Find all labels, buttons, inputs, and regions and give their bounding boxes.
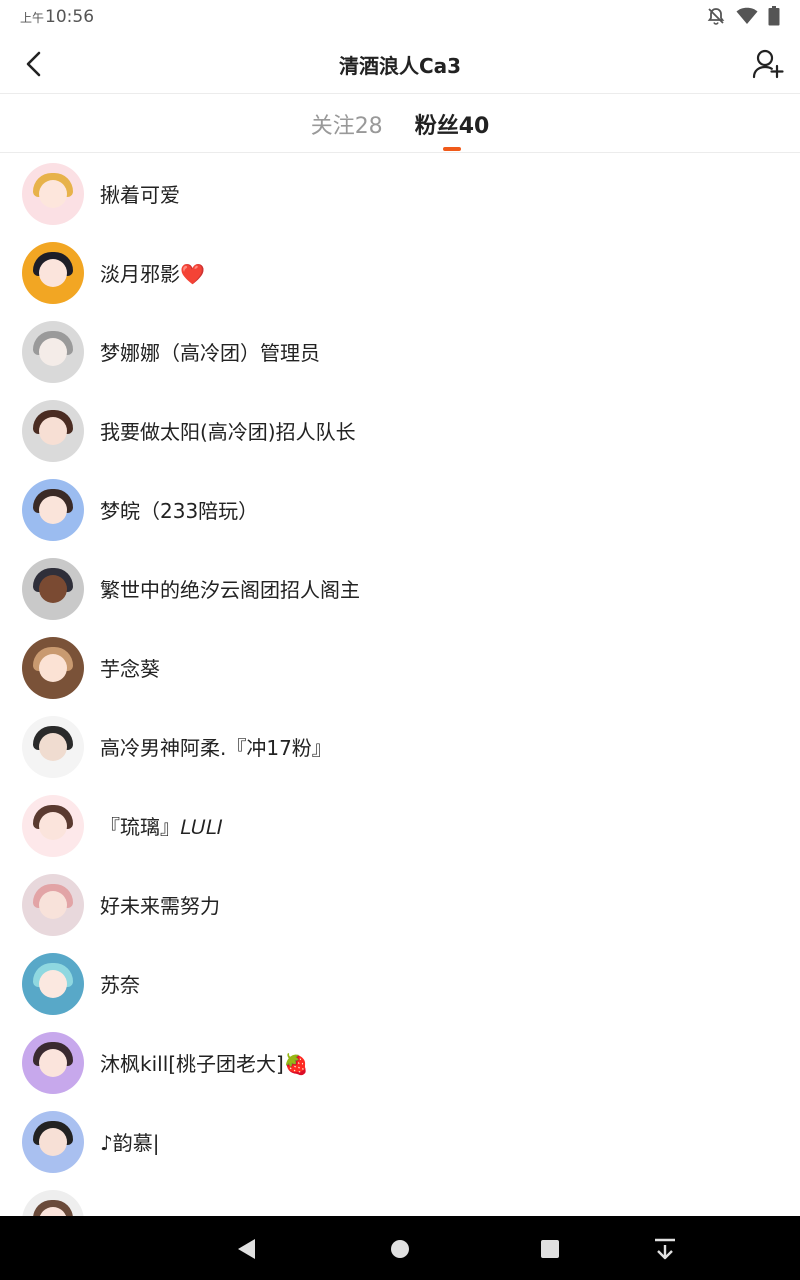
bell-off-icon <box>706 6 726 26</box>
follower-name: 繁世中的绝汐云阁团招人阁主 <box>100 578 360 602</box>
avatar[interactable] <box>22 1110 84 1173</box>
follower-list[interactable]: 揪着可爱 淡月邪影❤️ 梦娜娜（高冷团）管理员 我要做太阳(高冷团)招人队长 梦… <box>0 154 800 1216</box>
tab-followers-label: 粉丝40 <box>414 114 490 139</box>
avatar-face <box>39 495 67 524</box>
avatar[interactable] <box>22 873 84 936</box>
nav-recents-button[interactable] <box>533 1232 567 1266</box>
nav-notification-button[interactable] <box>648 1232 682 1266</box>
avatar[interactable] <box>22 1031 84 1094</box>
list-item[interactable]: 淡月邪影❤️ <box>0 233 800 312</box>
follower-name: 我要做太阳(高冷团)招人队长 <box>100 420 356 444</box>
follower-name: 好未来需努力 <box>100 894 220 918</box>
follower-name: 揪着可爱 <box>100 183 180 207</box>
header: 清酒浪人Ca3 <box>0 34 800 94</box>
nav-recents-icon <box>541 1240 559 1258</box>
avatar[interactable] <box>22 952 84 1015</box>
avatar[interactable] <box>22 162 84 225</box>
avatar[interactable] <box>22 478 84 541</box>
battery-icon <box>768 6 780 26</box>
list-item[interactable]: 高冷男神阿柔.『冲17粉』 <box>0 707 800 786</box>
follower-name: 高冷男神阿柔.『冲17粉』 <box>100 736 332 760</box>
avatar[interactable] <box>22 320 84 383</box>
avatar-face <box>39 1048 67 1077</box>
follower-name: 芋念葵 <box>100 657 160 681</box>
avatar[interactable] <box>22 715 84 778</box>
follower-name: ♪韵慕| <box>100 1131 160 1155</box>
avatar-face <box>39 416 67 445</box>
list-item[interactable] <box>0 1181 800 1216</box>
avatar[interactable] <box>22 1189 84 1216</box>
page-title: 清酒浪人Ca3 <box>338 54 462 78</box>
avatar-face <box>39 969 67 998</box>
avatar-face <box>39 1127 67 1156</box>
list-item[interactable]: 苏奈 <box>0 944 800 1023</box>
system-nav-bar <box>0 1216 800 1280</box>
nav-notification-icon <box>655 1238 675 1260</box>
status-time: 上午10:56 <box>20 7 94 27</box>
tab-following-label: 关注28 <box>310 114 383 139</box>
status-icons <box>706 6 780 26</box>
follower-name: 淡月邪影❤️ <box>100 262 205 286</box>
follower-name: 沐枫kill[桃子团老大]🍓 <box>100 1052 309 1076</box>
avatar-face <box>39 574 67 603</box>
avatar-face <box>39 653 67 682</box>
avatar[interactable] <box>22 794 84 857</box>
status-ampm: 上午 <box>20 11 45 25</box>
list-item[interactable]: 梦娜娜（高冷团）管理员 <box>0 312 800 391</box>
avatar-face <box>39 258 67 287</box>
follower-name: 梦皖（233陪玩） <box>100 499 259 523</box>
add-user-button[interactable] <box>750 46 786 82</box>
list-item[interactable]: 繁世中的绝汐云阁团招人阁主 <box>0 549 800 628</box>
tab-followers[interactable]: 粉丝40 <box>414 95 490 153</box>
avatar-face <box>39 890 67 919</box>
active-tab-indicator <box>443 147 461 151</box>
nav-home-icon <box>391 1240 409 1258</box>
status-bar: 上午10:56 <box>0 0 800 34</box>
list-item[interactable]: ♪韵慕| <box>0 1102 800 1181</box>
follower-name: 梦娜娜（高冷团）管理员 <box>100 341 320 365</box>
list-item[interactable]: 揪着可爱 <box>0 154 800 233</box>
list-item[interactable]: 『琉璃』𝐿𝑈𝐿𝐼 <box>0 786 800 865</box>
status-clock: 10:56 <box>45 7 95 27</box>
avatar-face <box>39 732 67 761</box>
list-item[interactable]: 梦皖（233陪玩） <box>0 470 800 549</box>
avatar-face <box>39 811 67 840</box>
avatar[interactable] <box>22 399 84 462</box>
list-item[interactable]: 沐枫kill[桃子团老大]🍓 <box>0 1023 800 1102</box>
follower-name: 苏奈 <box>100 973 140 997</box>
nav-home-button[interactable] <box>383 1232 417 1266</box>
avatar[interactable] <box>22 241 84 304</box>
list-item[interactable]: 我要做太阳(高冷团)招人队长 <box>0 391 800 470</box>
list-item[interactable]: 好未来需努力 <box>0 865 800 944</box>
avatar[interactable] <box>22 557 84 620</box>
add-user-icon <box>752 49 784 79</box>
nav-back-button[interactable] <box>229 1232 263 1266</box>
follower-name: 『琉璃』𝐿𝑈𝐿𝐼 <box>100 815 223 839</box>
tab-following[interactable]: 关注28 <box>311 95 383 153</box>
list-item[interactable]: 芋念葵 <box>0 628 800 707</box>
avatar-face <box>39 337 67 366</box>
nav-back-icon <box>238 1239 255 1259</box>
tab-bar: 关注28 粉丝40 <box>0 95 800 153</box>
wifi-icon <box>736 7 758 25</box>
avatar[interactable] <box>22 636 84 699</box>
avatar-face <box>39 179 67 208</box>
